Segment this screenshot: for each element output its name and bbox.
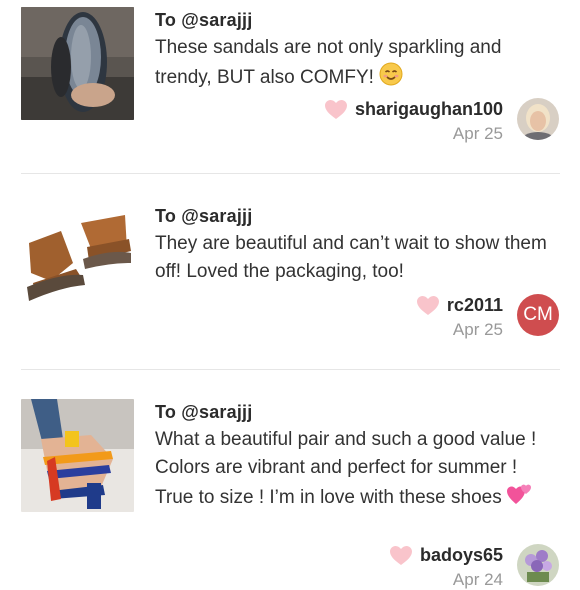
divider <box>21 369 560 370</box>
heart-icon[interactable] <box>416 295 439 316</box>
heart-icon[interactable] <box>324 99 347 120</box>
avatar[interactable]: CM <box>517 294 559 336</box>
recipient-label: To @sarajjj <box>155 206 253 226</box>
avatar[interactable] <box>517 544 559 586</box>
username-link[interactable]: sharigaughan100 <box>355 99 503 120</box>
two-hearts-icon <box>507 482 533 515</box>
author-row: sharigaughan100 <box>324 99 503 120</box>
review-item: To @sarajjj They are beautiful and can’t… <box>0 203 580 363</box>
product-thumbnail[interactable] <box>21 203 134 316</box>
avatar[interactable] <box>517 98 559 140</box>
review-text: They are beautiful and can’t wait to sho… <box>155 233 547 282</box>
username-link[interactable]: badoys65 <box>420 545 503 566</box>
review-text: These sandals are not only sparkling and… <box>155 34 555 95</box>
review-date: Apr 25 <box>452 124 503 143</box>
heart-icon[interactable] <box>389 545 412 566</box>
divider <box>21 173 560 174</box>
smiling-face-icon <box>379 62 403 95</box>
product-thumbnail[interactable] <box>21 7 134 120</box>
recipient-label: To @sarajjj <box>155 10 253 30</box>
review-date: Apr 25 <box>452 320 503 339</box>
review-item: To @sarajjj What a beautiful pair and su… <box>0 399 580 589</box>
recipient-label: To @sarajjj <box>155 402 253 422</box>
username-link[interactable]: rc2011 <box>447 295 503 316</box>
review-item: To @sarajjj These sandals are not only s… <box>0 7 580 167</box>
author-row: rc2011 <box>416 295 503 316</box>
product-thumbnail[interactable] <box>21 399 134 512</box>
review-date: Apr 24 <box>452 570 503 589</box>
author-row: badoys65 <box>389 545 503 566</box>
review-text: What a beautiful pair and such a good va… <box>155 426 555 515</box>
